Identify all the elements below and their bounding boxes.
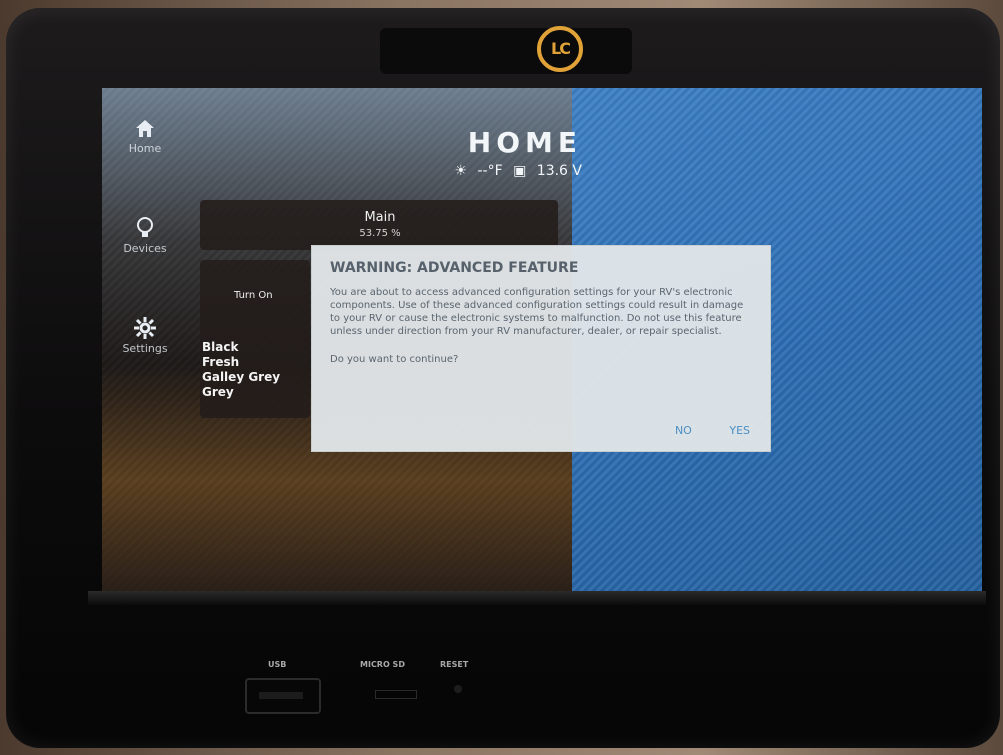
header: HOME ☀ --°F ▣ 13.6 V	[402, 126, 582, 179]
list-item[interactable]: Grey	[202, 385, 280, 400]
reset-label: RESET	[440, 660, 469, 669]
weather-icon: ☀	[454, 163, 468, 179]
tank-list: Black Fresh Galley Grey Grey	[202, 340, 280, 400]
camera-slot	[380, 28, 632, 74]
page-title: HOME	[467, 126, 582, 159]
dialog-question: Do you want to continue?	[330, 354, 459, 365]
main-tank-value: 53.75 %	[359, 228, 401, 239]
gear-icon	[134, 317, 156, 339]
dialog-buttons: NO YES	[641, 424, 750, 437]
no-button[interactable]: NO	[675, 424, 692, 437]
list-item[interactable]: Galley Grey	[202, 370, 280, 385]
turn-on-button[interactable]: Turn On	[234, 290, 273, 301]
nav-label-settings: Settings	[122, 342, 168, 355]
lightbulb-icon	[137, 217, 153, 237]
usb-label: USB	[268, 660, 287, 669]
temperature-readout: --°F	[477, 163, 503, 179]
home-icon	[136, 120, 154, 137]
dialog-title: WARNING: ADVANCED FEATURE	[330, 260, 579, 276]
nav-label-devices: Devices	[123, 242, 167, 255]
screen-lip	[88, 591, 986, 605]
nav-item-devices[interactable]: Devices	[110, 216, 180, 255]
main-tank-card[interactable]: Main 53.75 %	[200, 200, 558, 250]
list-item[interactable]: Black	[202, 340, 280, 355]
warning-dialog: WARNING: ADVANCED FEATURE You are about …	[311, 245, 771, 452]
battery-icon: ▣	[513, 163, 527, 179]
nav-item-home[interactable]: Home	[110, 118, 180, 155]
dialog-body: You are about to access advanced configu…	[330, 287, 744, 337]
nav-item-settings[interactable]: Settings	[110, 316, 180, 355]
yes-button[interactable]: YES	[729, 424, 750, 437]
list-item[interactable]: Fresh	[202, 355, 280, 370]
microsd-label: MICRO SD	[360, 660, 405, 669]
status-row: ☀ --°F ▣ 13.6 V	[402, 163, 582, 179]
usb-port	[245, 678, 321, 714]
reset-button[interactable]	[454, 685, 462, 693]
touch-screen: Home Devices Settings HOME ☀ --°F ▣ 13.6…	[102, 88, 982, 591]
brand-logo-icon: LC	[537, 26, 583, 72]
nav-label-home: Home	[128, 142, 162, 155]
main-tank-name: Main	[364, 210, 396, 225]
microsd-slot	[375, 690, 417, 699]
battery-voltage: 13.6 V	[536, 163, 582, 179]
